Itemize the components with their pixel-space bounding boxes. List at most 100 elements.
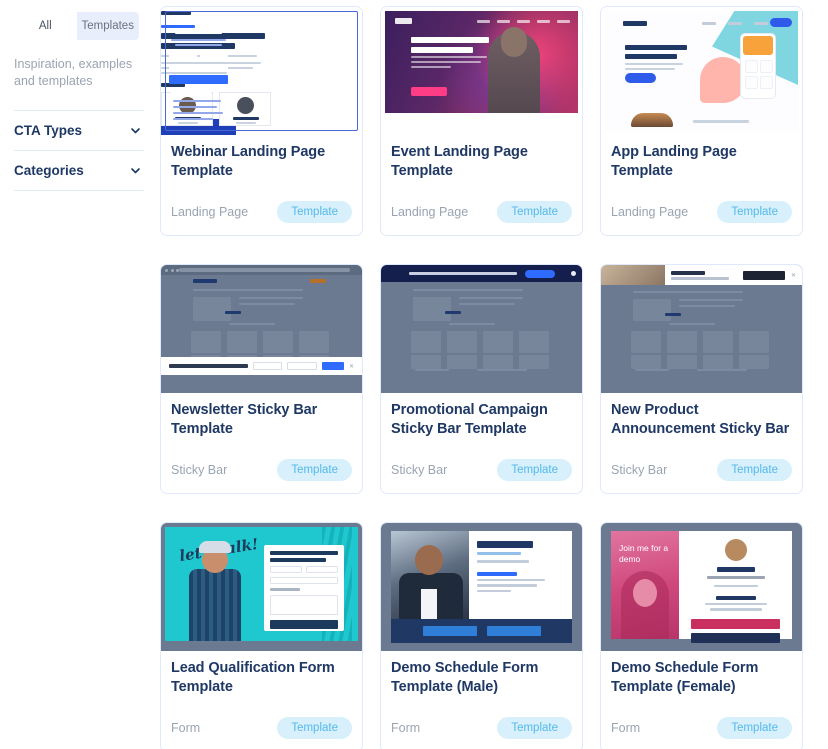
demo-male-card <box>391 531 572 619</box>
card-meta: Demo Schedule Form Template (Male) Form … <box>381 651 582 749</box>
sticky-bar-name-input <box>252 362 283 370</box>
status-badge: Template <box>717 459 792 481</box>
view-tabs[interactable]: All Templates <box>14 12 139 40</box>
send-email-button <box>422 626 477 636</box>
chevron-down-icon <box>129 124 142 137</box>
demo-male-buttons <box>391 619 572 643</box>
status-badge: Template <box>497 201 572 223</box>
template-card[interactable]: Join me for a demo Demo Schedule Form Te… <box>600 522 803 749</box>
lead-hero: let's talk! <box>165 527 358 641</box>
filter-categories[interactable]: Categories <box>14 151 144 191</box>
template-card[interactable]: ✕ New Product Announcement Sticky Bar St… <box>600 264 803 494</box>
app-cta-button <box>625 73 656 83</box>
app-hero <box>605 11 798 131</box>
filter-cta-types[interactable]: CTA Types <box>14 111 144 151</box>
template-card[interactable]: Event Landing Page Template Landing Page… <box>380 6 583 236</box>
product-bar-text <box>671 270 729 280</box>
wireframe-page <box>381 265 582 393</box>
card-title: Newsletter Sticky Bar Template <box>171 402 318 437</box>
card-title: New Product Announcement Sticky Bar <box>611 402 790 437</box>
card-category: Sticky Bar <box>391 463 448 477</box>
app-footer-line <box>693 120 749 123</box>
send-email-button <box>691 618 780 629</box>
close-icon <box>571 271 576 276</box>
card-meta: Lead Qualification Form Template Form Te… <box>161 651 362 749</box>
template-thumbnail-product-bar: ✕ <box>601 265 802 393</box>
card-category: Landing Page <box>171 205 249 219</box>
template-card[interactable]: App Landing Page Template Landing Page T… <box>600 6 803 236</box>
app-logo <box>623 21 647 26</box>
card-footer: Form Template <box>611 717 792 749</box>
card-meta: Event Landing Page Template Landing Page… <box>381 135 582 235</box>
shop-collection-button <box>742 270 785 280</box>
card-category: Form <box>611 721 641 735</box>
demo-female-card: Join me for a demo <box>611 531 792 643</box>
card-footer: Form Template <box>391 717 572 749</box>
template-card[interactable]: ✕ Newsletter Sticky Bar Template Sticky … <box>160 264 363 494</box>
card-title: Demo Schedule Form Template (Male) <box>391 660 539 695</box>
product-image <box>601 265 665 285</box>
card-footer: Landing Page Template <box>611 201 792 235</box>
tab-all[interactable]: All <box>14 12 77 40</box>
card-category: Sticky Bar <box>611 463 668 477</box>
template-card[interactable]: Demo Schedule Form Template (Male) Form … <box>380 522 583 749</box>
card-footer: Form Template <box>171 717 352 749</box>
card-category: Landing Page <box>611 205 689 219</box>
card-footer: Sticky Bar Template <box>391 459 572 493</box>
card-meta: Demo Schedule Form Template (Female) For… <box>601 651 802 749</box>
template-thumbnail-newsletter-bar: ✕ <box>161 265 362 393</box>
demo-female-info <box>679 531 792 643</box>
card-title: Demo Schedule Form Template (Female) <box>611 660 759 695</box>
template-card[interactable]: let's talk! Lead Qualification Form Temp… <box>160 522 363 749</box>
schedule-meeting-button <box>691 632 780 643</box>
newsletter-sticky-bar: ✕ <box>161 357 362 375</box>
chevron-down-icon <box>129 164 142 177</box>
filters-sidebar: All Templates Inspiration, examples and … <box>0 0 160 749</box>
event-logo <box>395 18 412 24</box>
template-card[interactable]: Promotional Campaign Sticky Bar Template… <box>380 264 583 494</box>
template-grid: Webinar Landing Page Template Landing Pa… <box>160 0 828 749</box>
card-category: Form <box>171 721 201 735</box>
sticky-bar-text <box>169 364 248 368</box>
app-nav <box>702 22 768 25</box>
template-card[interactable]: Webinar Landing Page Template Landing Pa… <box>160 6 363 236</box>
card-footer: Landing Page Template <box>391 201 572 235</box>
card-title: App Landing Page Template <box>611 144 737 179</box>
schedule-call-button <box>486 626 541 636</box>
webinar-register-panel <box>161 29 236 135</box>
card-meta: Webinar Landing Page Template Landing Pa… <box>161 135 362 235</box>
close-icon: ✕ <box>348 363 354 370</box>
event-cta-button <box>411 87 447 96</box>
sticky-bar-shop-button <box>524 269 555 278</box>
demo-female-photo: Join me for a demo <box>611 531 679 639</box>
card-meta: Newsletter Sticky Bar Template Sticky Ba… <box>161 393 362 493</box>
card-category: Landing Page <box>391 205 469 219</box>
card-meta: App Landing Page Template Landing Page T… <box>601 135 802 235</box>
template-thumbnail-demo-male <box>381 523 582 651</box>
event-headline <box>411 37 489 68</box>
template-thumbnail-event <box>381 7 582 135</box>
card-title: Event Landing Page Template <box>391 144 528 179</box>
card-footer: Landing Page Template <box>171 201 352 235</box>
event-hero <box>385 11 578 113</box>
browser-chrome <box>161 265 362 275</box>
app-photo <box>631 113 673 127</box>
lead-person-photo <box>189 541 241 641</box>
filter-accordion: CTA Types Categories <box>14 110 144 191</box>
card-title: Lead Qualification Form Template <box>171 660 335 695</box>
status-badge: Template <box>497 717 572 739</box>
status-badge: Template <box>277 201 352 223</box>
sidebar-blurb: Inspiration, examples and templates <box>14 57 133 88</box>
card-category: Form <box>391 721 421 735</box>
card-category: Sticky Bar <box>171 463 228 477</box>
status-badge: Template <box>717 201 792 223</box>
card-footer: Sticky Bar Template <box>171 459 352 493</box>
status-badge: Template <box>717 717 792 739</box>
filter-categories-label: Categories <box>14 163 84 178</box>
template-thumbnail-demo-female: Join me for a demo <box>601 523 802 651</box>
promotional-sticky-bar <box>381 265 582 282</box>
card-footer: Sticky Bar Template <box>611 459 792 493</box>
demo-male-info <box>469 531 572 619</box>
status-badge: Template <box>277 717 352 739</box>
tab-templates[interactable]: Templates <box>77 12 140 40</box>
